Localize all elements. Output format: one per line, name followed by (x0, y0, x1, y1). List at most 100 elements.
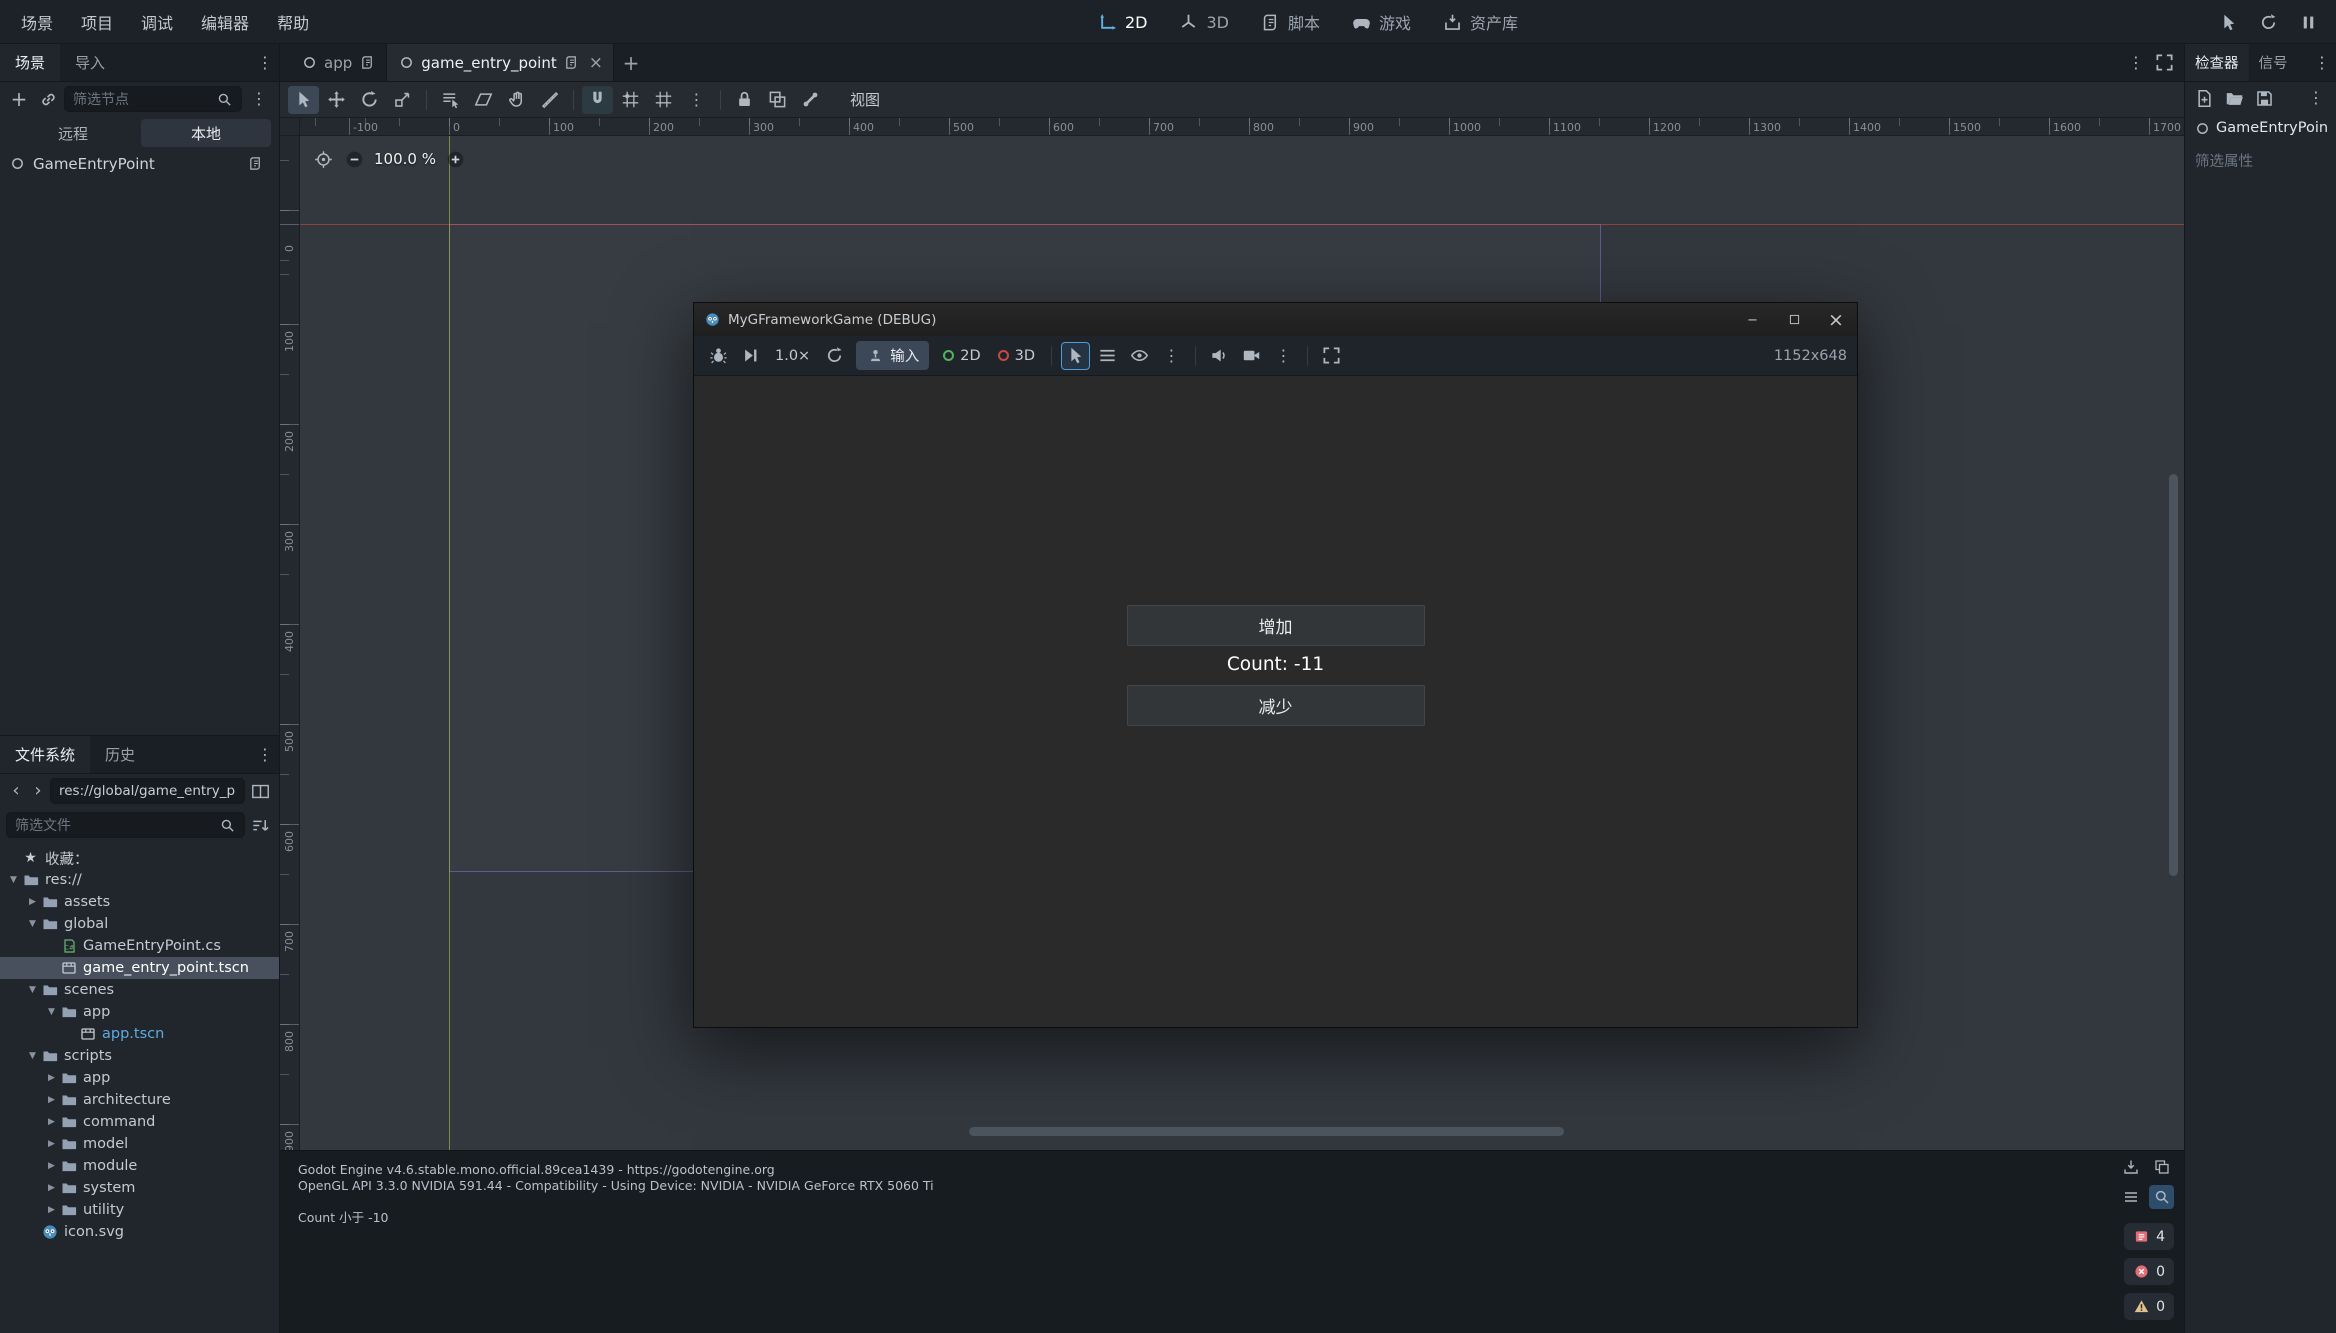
camera-override-button[interactable] (1237, 342, 1266, 370)
new-resource-button[interactable] (2191, 85, 2217, 111)
fs-item-app-tscn[interactable]: app.tscn (0, 1023, 279, 1045)
fs-item-architecture[interactable]: ▶architecture (0, 1089, 279, 1111)
menu-debug[interactable]: 调试 (128, 5, 186, 39)
scale-tool[interactable] (387, 86, 418, 114)
output-list-button[interactable] (2118, 1185, 2143, 1209)
maximize-button[interactable] (1773, 303, 1815, 336)
tab-history[interactable]: 历史 (90, 736, 150, 773)
fs-item-assets[interactable]: ▶assets (0, 891, 279, 913)
fs-item-res-root[interactable]: ▼res:// (0, 869, 279, 891)
game-viewport[interactable]: 增加 Count: -11 减少 (694, 376, 1857, 1027)
ruler-tool[interactable] (534, 86, 565, 114)
fs-item-global[interactable]: ▼global (0, 913, 279, 935)
node-list-mode-button[interactable] (1093, 342, 1122, 370)
workspace-script[interactable]: 脚本 (1248, 5, 1331, 39)
tree-expand-arrow[interactable]: ▶ (44, 1117, 59, 1127)
snap-options-menu[interactable]: ⋮ (681, 86, 712, 114)
pan-tool[interactable] (501, 86, 532, 114)
list-select-tool[interactable] (435, 86, 466, 114)
pick-node-tool-button[interactable] (1061, 342, 1090, 370)
filter-files-input[interactable]: 筛选文件 (6, 812, 245, 838)
grid-toggle[interactable] (648, 86, 679, 114)
fs-item-scripts-app[interactable]: ▶app (0, 1067, 279, 1089)
fs-item-module[interactable]: ▶module (0, 1155, 279, 1177)
mode-3d-button[interactable]: 3D (991, 348, 1042, 364)
fs-item-scripts[interactable]: ▼scripts (0, 1045, 279, 1067)
zoom-level-label[interactable]: 100.0 % (374, 150, 436, 168)
fs-item-model[interactable]: ▶model (0, 1133, 279, 1155)
tree-expand-arrow[interactable]: ▶ (25, 897, 40, 907)
game-window-titlebar[interactable]: MyGFrameworkGame (DEBUG) × (694, 303, 1857, 336)
history-back-button[interactable]: ‹ (6, 778, 26, 804)
menu-help[interactable]: 帮助 (264, 5, 322, 39)
group-node-button[interactable] (762, 86, 793, 114)
filter-properties-input[interactable]: 筛选属性 (2185, 142, 2336, 179)
tab-inspector[interactable]: 检查器 (2185, 44, 2249, 81)
split-mode-button[interactable] (247, 778, 273, 804)
minimize-button[interactable] (1731, 303, 1773, 336)
save-resource-button[interactable] (2251, 85, 2277, 111)
rotate-tool[interactable] (354, 86, 385, 114)
instance-scene-button[interactable] (35, 86, 61, 112)
grid-snap-toggle[interactable] (615, 86, 646, 114)
decrease-button[interactable]: 减少 (1127, 685, 1425, 726)
load-resource-button[interactable] (2221, 85, 2247, 111)
inspected-node-row[interactable]: GameEntryPoint... (2185, 114, 2336, 142)
tree-expand-arrow[interactable]: ▶ (44, 1139, 59, 1149)
workspace-3d[interactable]: 3D (1167, 6, 1241, 38)
close-tab-icon[interactable]: × (587, 53, 603, 73)
tree-expand-arrow[interactable]: ▶ (44, 1161, 59, 1171)
filesystem-dock-menu-button[interactable]: ⋮ (251, 736, 279, 773)
copy-output-button[interactable] (2149, 1155, 2174, 1179)
fs-item-favorites[interactable]: ★收藏： (0, 847, 279, 869)
tree-expand-arrow[interactable]: ▶ (44, 1073, 59, 1083)
output-search-button[interactable] (2149, 1185, 2174, 1209)
tree-expand-arrow[interactable]: ▶ (44, 1183, 59, 1193)
view-menu-button[interactable]: 视图 (840, 85, 890, 114)
input-mode-button[interactable]: 输入 (856, 341, 929, 370)
tab-signals[interactable]: 信号 (2249, 44, 2298, 81)
workspace-assetlib[interactable]: 资产库 (1430, 5, 1529, 39)
increase-button[interactable]: 增加 (1127, 605, 1425, 646)
restart-button[interactable] (2254, 8, 2282, 36)
reset-speed-button[interactable] (820, 342, 849, 370)
center-view-icon[interactable] (312, 148, 334, 170)
fs-item-icon-svg[interactable]: icon.svg (0, 1221, 279, 1243)
horizontal-scrollbar[interactable] (969, 1127, 1564, 1136)
fs-item-scenes-app[interactable]: ▼app (0, 1001, 279, 1023)
current-path-field[interactable]: res://global/game_entry_p (50, 778, 245, 804)
history-forward-button[interactable]: › (28, 778, 48, 804)
audio-mute-button[interactable] (1205, 342, 1234, 370)
pick-options-menu[interactable]: ⋮ (1157, 342, 1186, 370)
close-button[interactable]: × (1815, 303, 1857, 336)
visibility-button[interactable] (1125, 342, 1154, 370)
scene-tab-app[interactable]: app (290, 44, 387, 81)
zoom-in-button[interactable] (445, 148, 467, 170)
fs-item-gameentrypoint-cs[interactable]: C#GameEntryPoint.cs (0, 935, 279, 957)
fs-item-game-entry-point-tscn[interactable]: game_entry_point.tscn (0, 957, 279, 979)
tree-collapse-arrow[interactable]: ▼ (44, 1007, 59, 1017)
fs-item-scenes[interactable]: ▼scenes (0, 979, 279, 1001)
tree-collapse-arrow[interactable]: ▼ (25, 1051, 40, 1061)
distraction-free-button[interactable] (2150, 44, 2178, 81)
scene-node-gameentrypoint[interactable]: GameEntryPoint (0, 150, 279, 177)
vertical-scrollbar[interactable] (2169, 474, 2178, 876)
zoom-out-button[interactable] (343, 148, 365, 170)
file-sort-button[interactable] (247, 812, 273, 838)
fs-item-system[interactable]: ▶system (0, 1177, 279, 1199)
tree-collapse-arrow[interactable]: ▼ (6, 875, 21, 885)
move-tool[interactable] (321, 86, 352, 114)
error-count-badge[interactable]: 0 (2124, 1258, 2174, 1285)
tree-expand-arrow[interactable]: ▶ (44, 1205, 59, 1215)
time-scale-label[interactable]: 1.0× (768, 348, 817, 364)
debugger-count-badge[interactable]: 4 (2124, 1223, 2174, 1250)
open-script-icon[interactable] (246, 155, 264, 173)
fs-item-utility[interactable]: ▶utility (0, 1199, 279, 1221)
shear-tool[interactable] (468, 86, 499, 114)
scene-tabs-menu-button[interactable]: ⋮ (2122, 44, 2150, 81)
smart-snap-toggle[interactable] (582, 86, 613, 114)
menu-project[interactable]: 项目 (68, 5, 126, 39)
scene-dock-menu-button[interactable]: ⋮ (251, 44, 279, 81)
inspector-extra-menu-button[interactable]: ⋮ (2302, 87, 2330, 109)
workspace-2d[interactable]: 2D (1085, 6, 1159, 38)
